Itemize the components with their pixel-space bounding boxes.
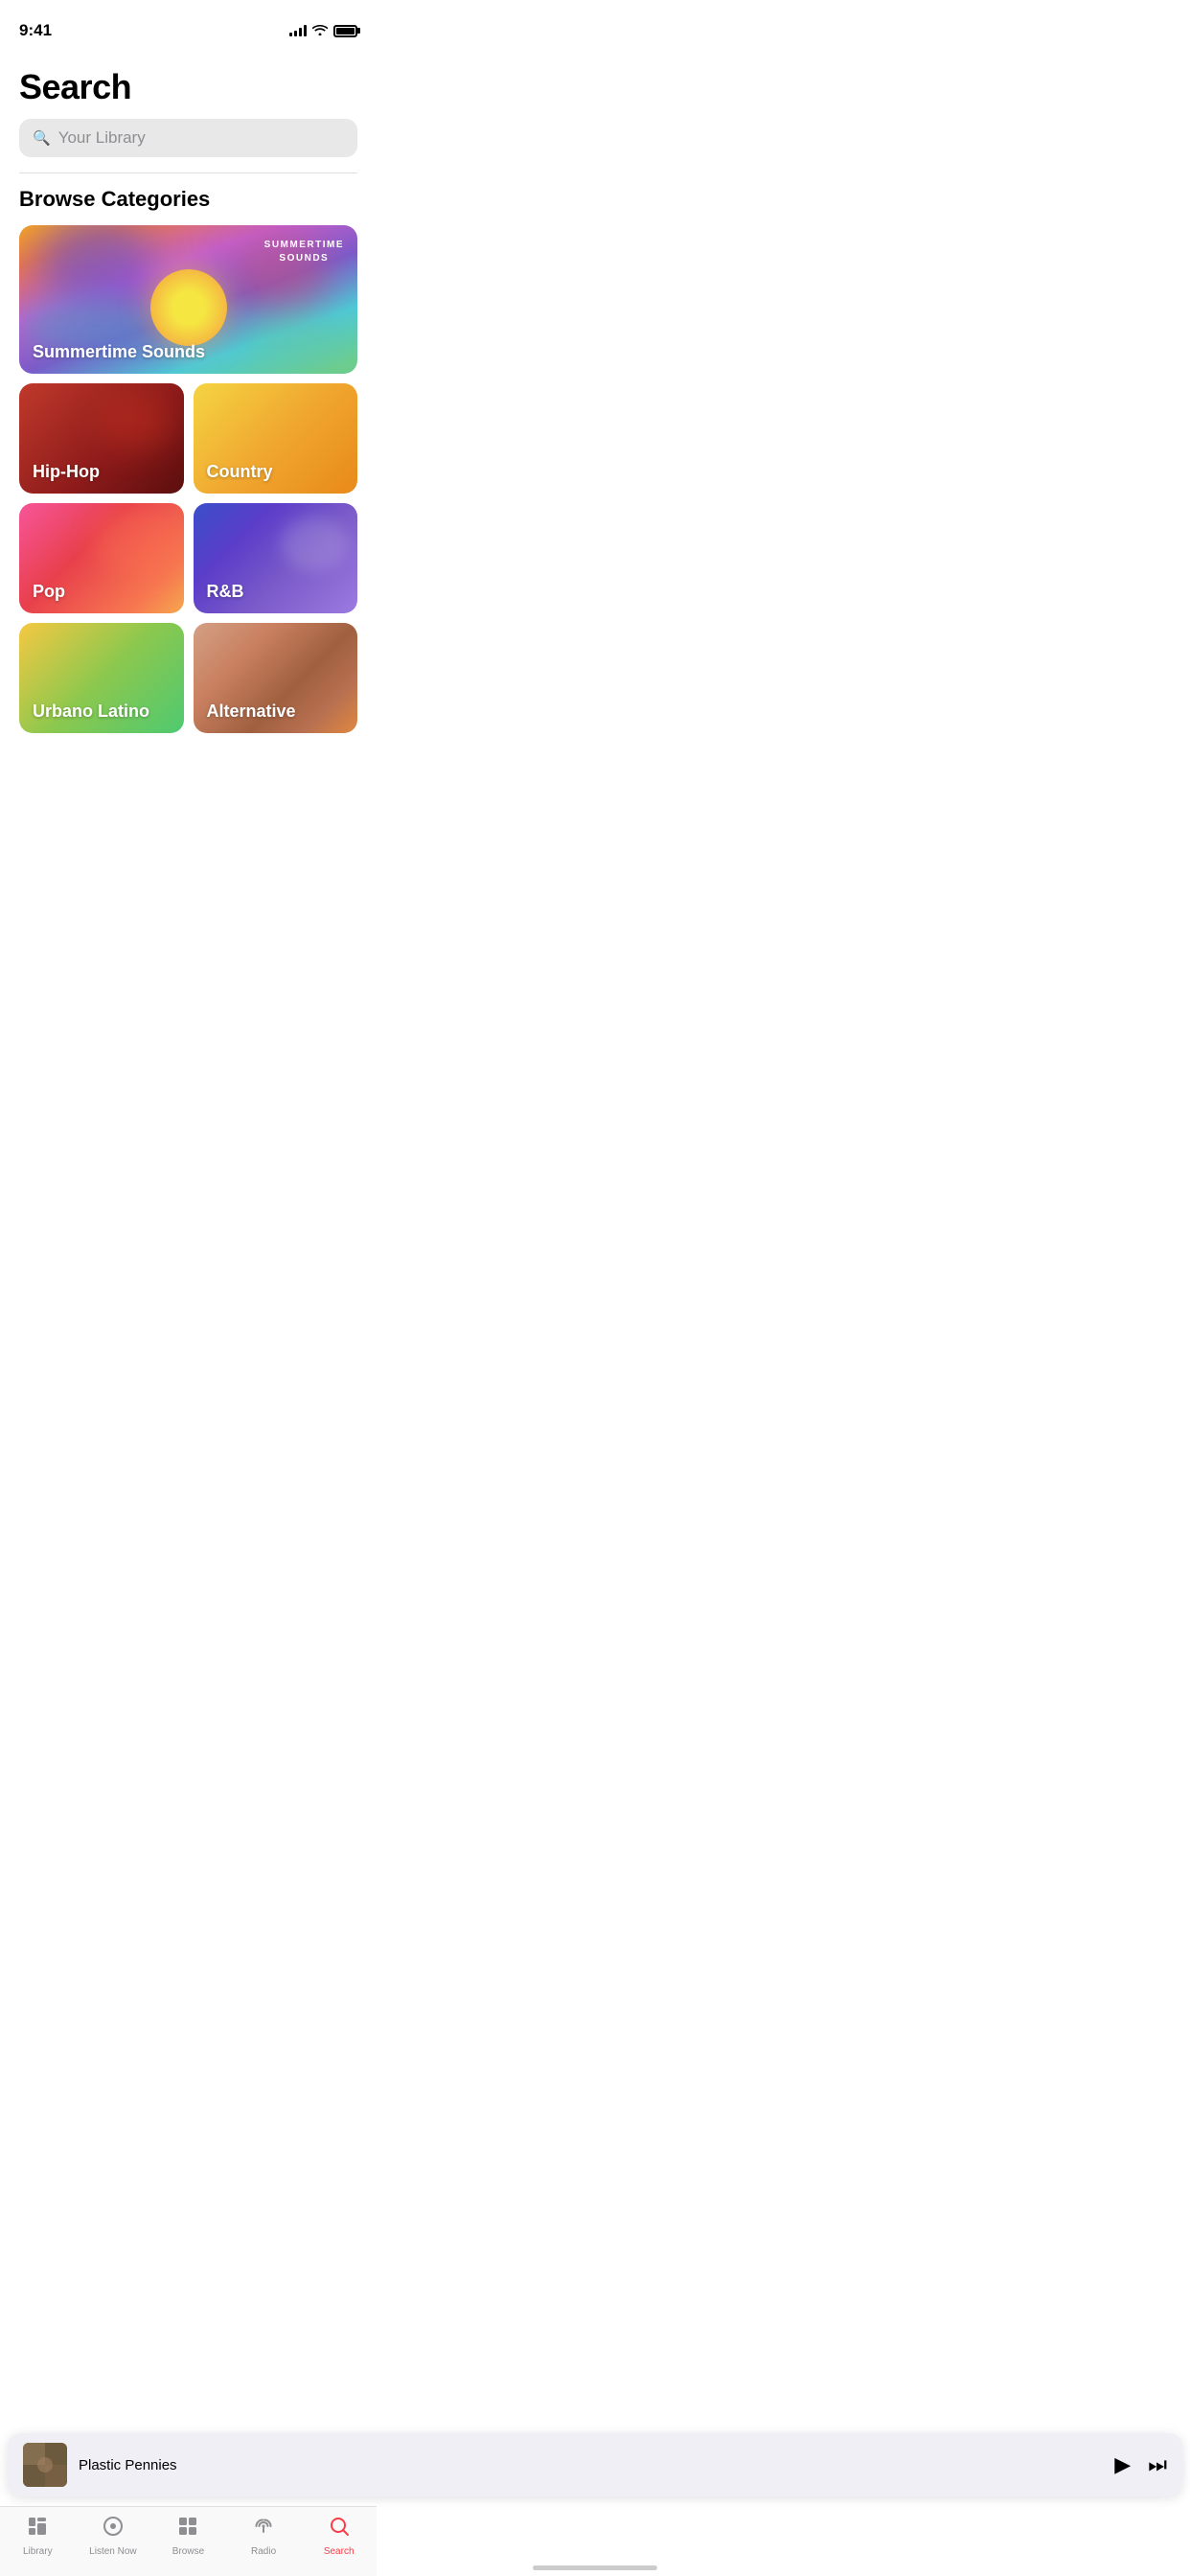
rnb-blob-decoration xyxy=(281,518,348,570)
category-label-urbano: Urbano Latino xyxy=(33,702,149,722)
page-header: Search xyxy=(0,48,377,107)
category-grid-2: Pop R&B xyxy=(19,503,357,613)
tab-label-search: Search xyxy=(324,2546,355,2557)
mini-player-artwork xyxy=(23,2443,67,2487)
home-indicator xyxy=(533,2565,657,2570)
mini-player[interactable]: Plastic Pennies ▶ ⏭ xyxy=(8,2433,1182,2496)
radio-icon xyxy=(252,2515,275,2543)
mini-player-title: Plastic Pennies xyxy=(79,2457,1103,2473)
category-label-rnb: R&B xyxy=(207,582,244,602)
tab-browse[interactable]: Browse xyxy=(159,2515,217,2557)
category-country[interactable]: Country xyxy=(194,383,358,494)
browse-title: Browse Categories xyxy=(19,187,357,212)
forward-button[interactable]: ⏭ xyxy=(1148,2452,1167,2477)
category-label-country: Country xyxy=(207,462,273,482)
category-label-pop: Pop xyxy=(33,582,65,602)
category-label-alternative: Alternative xyxy=(207,702,296,722)
wifi-icon xyxy=(312,23,328,38)
category-label-hiphop: Hip-Hop xyxy=(33,462,100,482)
tab-library[interactable]: Library xyxy=(9,2515,66,2557)
category-hip-hop[interactable]: Hip-Hop xyxy=(19,383,184,494)
status-time: 9:41 xyxy=(19,21,52,40)
status-bar: 9:41 xyxy=(0,0,377,48)
search-bar-container: 🔍 Your Library xyxy=(0,107,377,157)
category-alternative[interactable]: Alternative xyxy=(194,623,358,733)
play-button[interactable]: ▶ xyxy=(1114,2452,1131,2477)
page-title: Search xyxy=(19,67,357,107)
tab-label-listen-now: Listen Now xyxy=(89,2546,136,2557)
category-label-summertime: Summertime Sounds xyxy=(33,342,205,362)
browse-icon xyxy=(176,2515,199,2543)
tab-label-browse: Browse xyxy=(172,2546,204,2557)
search-icon: 🔍 xyxy=(33,129,51,147)
search-placeholder: Your Library xyxy=(58,128,146,148)
search-tab-icon xyxy=(328,2515,351,2543)
category-grid-1: Hip-Hop Country xyxy=(19,383,357,494)
browse-section: Browse Categories SUMMERTIMESOUNDS Summe… xyxy=(0,173,377,733)
category-pop[interactable]: Pop xyxy=(19,503,184,613)
tab-listen-now[interactable]: Listen Now xyxy=(84,2515,142,2557)
signal-icon xyxy=(289,25,307,36)
category-urbano-latino[interactable]: Urbano Latino xyxy=(19,623,184,733)
status-icons xyxy=(289,23,357,38)
tab-bar: Library Listen Now Browse xyxy=(0,2506,377,2576)
tab-search[interactable]: Search xyxy=(310,2515,368,2557)
tab-label-radio: Radio xyxy=(251,2546,276,2557)
library-icon xyxy=(26,2515,49,2543)
tab-radio[interactable]: Radio xyxy=(235,2515,292,2557)
category-summertime-sounds[interactable]: SUMMERTIMESOUNDS Summertime Sounds xyxy=(19,225,357,374)
category-rnb[interactable]: R&B xyxy=(194,503,358,613)
battery-icon xyxy=(333,25,357,37)
tab-label-library: Library xyxy=(23,2546,53,2557)
category-logo: SUMMERTIMESOUNDS xyxy=(264,239,344,265)
mini-player-controls: ▶ ⏭ xyxy=(1114,2452,1167,2477)
sun-decoration xyxy=(150,269,227,346)
search-bar[interactable]: 🔍 Your Library xyxy=(19,119,357,157)
category-grid-3: Urbano Latino Alternative xyxy=(19,623,357,733)
listen-now-icon xyxy=(102,2515,125,2543)
